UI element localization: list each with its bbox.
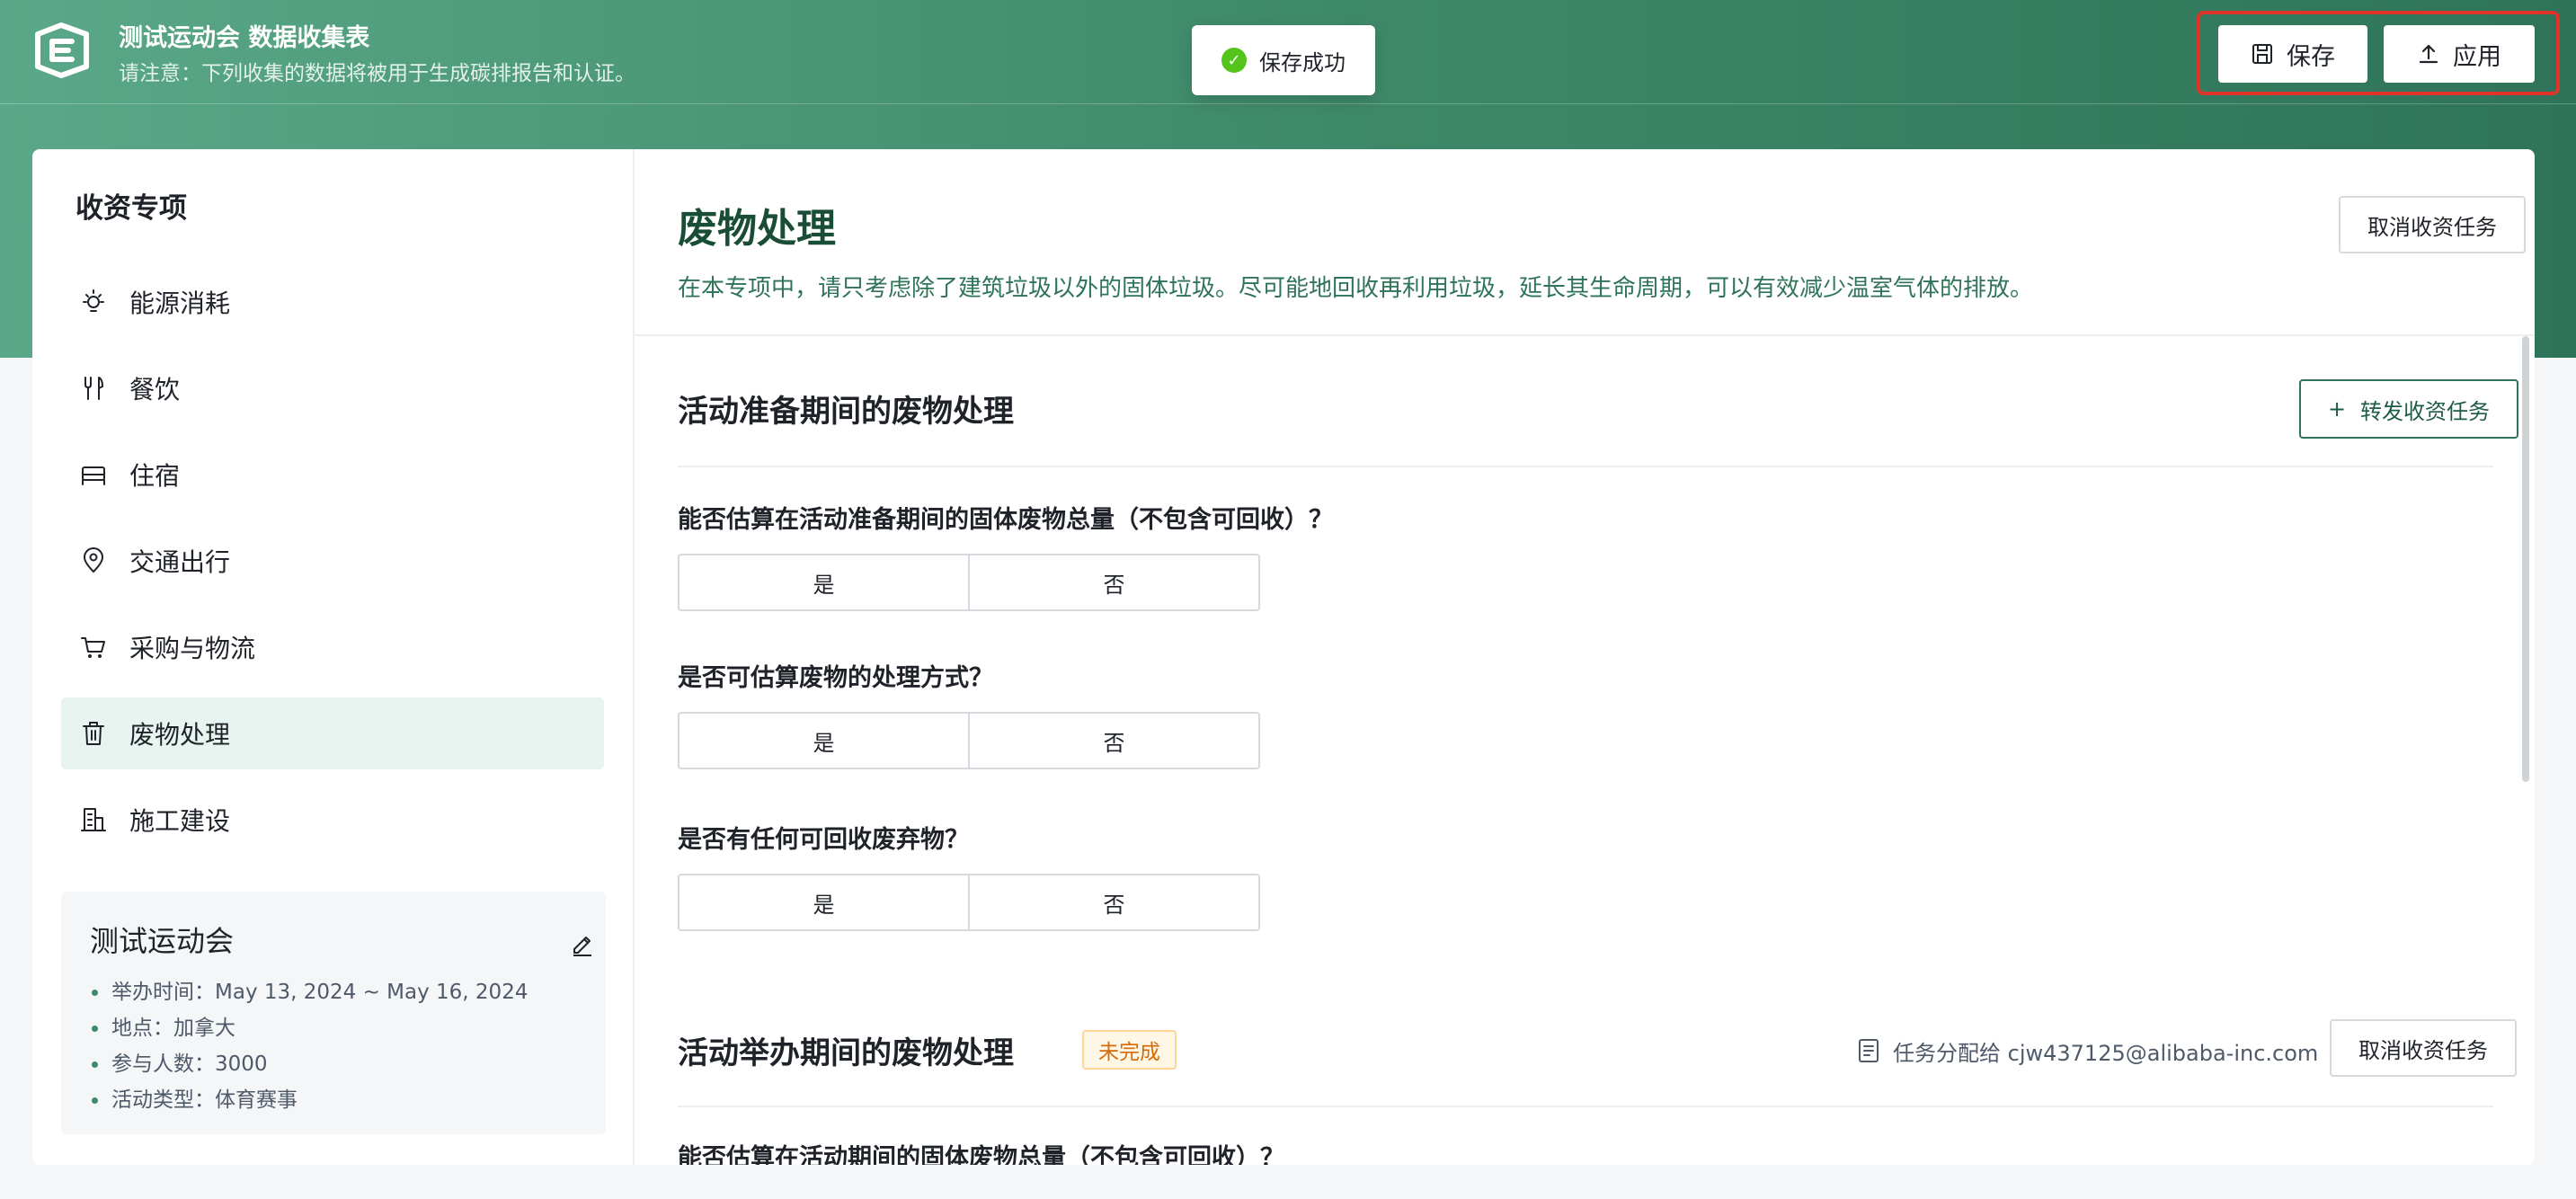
content-card: 收资专项 能源消耗 餐饮 住宿 交通出行 采购与物流 废物处理 施工建设 测试运… bbox=[32, 149, 2535, 1165]
app-logo-icon bbox=[35, 22, 89, 78]
upload-icon bbox=[2419, 44, 2438, 64]
apply-label: 应用 bbox=[2453, 42, 2501, 71]
cancel-task-label: 取消收资任务 bbox=[2367, 214, 2497, 240]
event-detail-type: 活动类型：体育赛事 bbox=[90, 1082, 528, 1118]
sidebar-item-label: 废物处理 bbox=[129, 720, 231, 750]
sidebar-title: 收资专项 bbox=[76, 192, 187, 225]
edit-icon[interactable] bbox=[570, 931, 595, 956]
event-info-card: 测试运动会 举办时间：May 13, 2024 ~ May 16, 2024 地… bbox=[61, 892, 606, 1134]
yes-option[interactable]: 是 bbox=[680, 555, 968, 609]
save-icon bbox=[2252, 44, 2272, 64]
assignee-text: 任务分配给 cjw437125@alibaba-inc.com bbox=[1893, 1040, 2319, 1066]
question-text: 是否有任何可回收废弃物？ bbox=[678, 826, 969, 854]
scrollbar-thumb[interactable] bbox=[2522, 336, 2529, 782]
section-title: 活动举办期间的废物处理 bbox=[678, 1035, 1014, 1071]
cancel-task-button[interactable]: 取消收资任务 bbox=[2330, 1019, 2517, 1077]
sidebar: 收资专项 能源消耗 餐饮 住宿 交通出行 采购与物流 废物处理 施工建设 测试运… bbox=[32, 149, 635, 1165]
apply-button[interactable]: 应用 bbox=[2384, 25, 2535, 83]
header-actions: 保存 应用 bbox=[2197, 11, 2560, 95]
toast-message: 保存成功 bbox=[1259, 49, 1346, 75]
event-detail-location: 地点：加拿大 bbox=[90, 1010, 528, 1046]
cart-icon bbox=[81, 637, 105, 658]
sidebar-item-label: 采购与物流 bbox=[129, 634, 256, 663]
status-badge: 未完成 bbox=[1082, 1030, 1177, 1070]
no-option[interactable]: 否 bbox=[968, 555, 1258, 609]
app-title: 测试运动会 数据收集表 bbox=[119, 24, 370, 52]
section-title: 活动准备期间的废物处理 bbox=[678, 394, 1014, 430]
sidebar-item-waste[interactable]: 废物处理 bbox=[61, 697, 604, 769]
plus-icon: + bbox=[2327, 396, 2347, 422]
yes-option[interactable]: 是 bbox=[680, 875, 968, 929]
yes-no-toggle: 是 否 bbox=[678, 874, 1260, 931]
trash-icon bbox=[83, 722, 104, 745]
task-assignee: 任务分配给 cjw437125@alibaba-inc.com bbox=[1857, 1030, 2318, 1071]
app-subtitle: 请注意：下列收集的数据将被用于生成碳排报告和认证。 bbox=[119, 62, 635, 85]
utensils-icon bbox=[84, 377, 103, 400]
forward-task-label: 转发收资任务 bbox=[2360, 398, 2491, 424]
section-divider bbox=[678, 1106, 2493, 1107]
cancel-task-button[interactable]: 取消收资任务 bbox=[2339, 196, 2526, 253]
success-toast: ✓ 保存成功 bbox=[1192, 25, 1375, 95]
question-text: 能否估算在活动期间的固体废物总量（不包含可回收）？ bbox=[678, 1144, 1284, 1165]
bed-icon bbox=[82, 466, 105, 485]
building-icon bbox=[81, 808, 106, 831]
event-detail-time: 举办时间：May 13, 2024 ~ May 16, 2024 bbox=[90, 974, 528, 1010]
check-circle-icon: ✓ bbox=[1221, 48, 1247, 73]
yes-no-toggle: 是 否 bbox=[678, 554, 1260, 611]
sidebar-item-label: 能源消耗 bbox=[129, 289, 231, 318]
event-name: 测试运动会 bbox=[90, 924, 235, 958]
sidebar-item-energy[interactable]: 能源消耗 bbox=[61, 266, 604, 338]
sidebar-item-lodging[interactable]: 住宿 bbox=[61, 439, 604, 511]
sidebar-item-procurement[interactable]: 采购与物流 bbox=[61, 611, 604, 683]
yes-no-toggle: 是 否 bbox=[678, 712, 1260, 769]
page-header: 废物处理 在本专项中，请只考虑除了建筑垃圾以外的固体垃圾。尽可能地回收再利用垃圾… bbox=[635, 149, 2535, 336]
page-description: 在本专项中，请只考虑除了建筑垃圾以外的固体垃圾。尽可能地回收再利用垃圾，延长其生… bbox=[678, 275, 2034, 302]
page-title: 废物处理 bbox=[678, 206, 836, 252]
sidebar-item-label: 住宿 bbox=[129, 461, 181, 491]
save-label: 保存 bbox=[2287, 42, 2335, 71]
sidebar-item-label: 餐饮 bbox=[129, 375, 181, 404]
no-option[interactable]: 否 bbox=[968, 875, 1258, 929]
question-text: 是否可估算废物的处理方式？ bbox=[678, 664, 993, 692]
yes-option[interactable]: 是 bbox=[680, 714, 968, 768]
cancel-task-label: 取消收资任务 bbox=[2358, 1037, 2488, 1063]
document-list-icon bbox=[1859, 1039, 1879, 1062]
event-details: 举办时间：May 13, 2024 ~ May 16, 2024 地点：加拿大 … bbox=[90, 974, 528, 1118]
lightbulb-icon bbox=[83, 289, 104, 312]
no-option[interactable]: 否 bbox=[968, 714, 1258, 768]
sidebar-item-label: 交通出行 bbox=[129, 547, 231, 577]
question-text: 能否估算在活动准备期间的固体废物总量（不包含可回收）？ bbox=[678, 506, 1333, 534]
sidebar-item-construction[interactable]: 施工建设 bbox=[61, 784, 604, 856]
event-detail-participants: 参与人数：3000 bbox=[90, 1046, 528, 1082]
sidebar-item-label: 施工建设 bbox=[129, 806, 231, 836]
sidebar-item-transport[interactable]: 交通出行 bbox=[61, 525, 604, 597]
forward-task-button[interactable]: + 转发收资任务 bbox=[2299, 379, 2518, 439]
location-pin-icon bbox=[83, 547, 104, 573]
save-button[interactable]: 保存 bbox=[2218, 25, 2367, 83]
sidebar-item-catering[interactable]: 餐饮 bbox=[61, 352, 604, 424]
main-panel: 废物处理 在本专项中，请只考虑除了建筑垃圾以外的固体垃圾。尽可能地回收再利用垃圾… bbox=[635, 149, 2535, 1165]
section-divider bbox=[678, 466, 2493, 467]
